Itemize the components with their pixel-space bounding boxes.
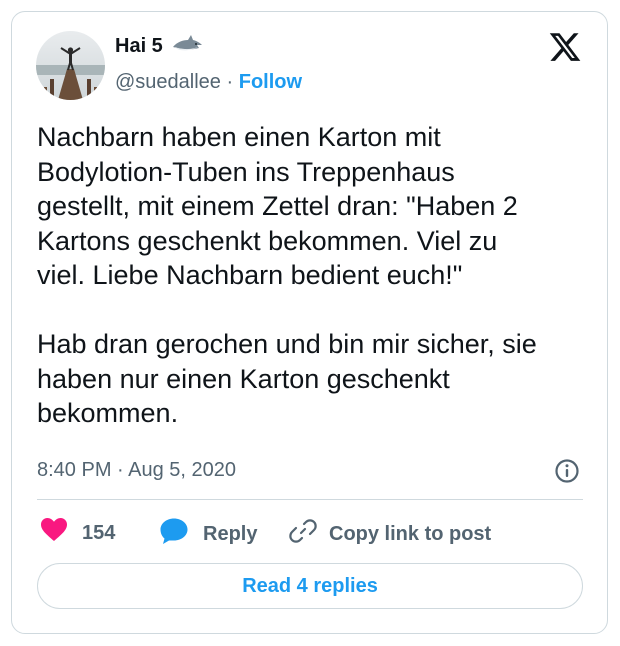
read-replies-button[interactable]: Read 4 replies [37,563,583,609]
like-count: 154 [82,521,116,544]
heart-icon [40,517,68,549]
follow-button[interactable]: Follow [239,71,302,93]
x-logo-icon[interactable] [548,30,582,64]
author-name-row: Hai 5 [115,34,203,59]
author-name[interactable]: Hai 5 [115,35,163,58]
copy-link-label: Copy link to post [329,522,492,545]
speech-bubble-icon [159,517,189,551]
shark-icon [171,34,203,59]
reply-button[interactable]: Reply [159,517,257,551]
post-text: Nachbarn haben einen Karton mit Bodyloti… [37,122,537,428]
divider [37,499,583,500]
link-icon [289,517,317,551]
read-replies-label: Read 4 replies [242,574,378,597]
reply-label: Reply [203,522,258,545]
avatar[interactable] [36,31,105,100]
author-handle[interactable]: @suedallee [115,71,221,93]
copy-link-button[interactable]: Copy link to post [289,517,491,551]
like-button[interactable]: 154 [40,517,115,549]
separator-dot: · [226,71,234,93]
post-timestamp[interactable]: 8:40 PM · Aug 5, 2020 [37,459,236,482]
author-handle-row: @suedallee · Follow [115,71,302,94]
info-icon[interactable] [554,458,580,484]
